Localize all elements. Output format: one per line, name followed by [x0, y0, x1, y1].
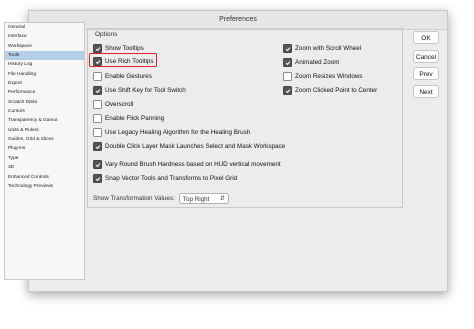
checkbox-box[interactable]: [283, 72, 292, 81]
vary-round-brush-checkbox[interactable]: Vary Round Brush Hardness based on HUD v…: [93, 160, 281, 169]
checkbox-box[interactable]: [93, 44, 102, 53]
sidebar-item-cursors[interactable]: Cursors: [5, 107, 84, 116]
legacy-healing-checkbox[interactable]: Use Legacy Healing Algorithm for the Hea…: [93, 128, 250, 137]
ok-button[interactable]: OK: [413, 31, 439, 44]
prev-button[interactable]: Prev: [413, 67, 439, 80]
checkbox-box[interactable]: [93, 174, 102, 183]
checkbox-box[interactable]: [93, 114, 102, 123]
checkbox-box[interactable]: [283, 86, 292, 95]
sidebar-item-guides-grid-slices[interactable]: Guides, Grid & Slices: [5, 135, 84, 144]
zoom-resizes-windows-checkbox[interactable]: Zoom Resizes Windows: [283, 72, 363, 81]
checkbox-box[interactable]: [93, 86, 102, 95]
transformation-values-row: Show Transformation Values: Top Right ⇵: [93, 193, 229, 204]
cancel-button[interactable]: Cancel: [413, 50, 439, 63]
checkmark-icon: [95, 162, 100, 167]
overscroll-checkbox[interactable]: Overscroll: [93, 100, 133, 109]
checkmark-icon: [95, 46, 100, 51]
sidebar-item-tools[interactable]: Tools: [5, 51, 84, 61]
sidebar-item-performance[interactable]: Performance: [5, 88, 84, 97]
sidebar-item-file-handling[interactable]: File Handling: [5, 70, 84, 79]
enable-gestures-checkbox[interactable]: Enable Gestures: [93, 72, 152, 81]
sidebar-item-enhanced-controls[interactable]: Enhanced Controls: [5, 173, 84, 182]
checkmark-icon: [285, 60, 290, 65]
sidebar: General Interface Workspace Tools Histor…: [4, 22, 85, 280]
zoom-scroll-wheel-checkbox[interactable]: Zoom with Scroll Wheel: [283, 44, 361, 53]
next-button[interactable]: Next: [413, 85, 439, 98]
checkmark-icon: [95, 176, 100, 181]
checkmark-icon: [95, 88, 100, 93]
sidebar-item-history-log[interactable]: History Log: [5, 60, 84, 69]
checkbox-box[interactable]: [93, 160, 102, 169]
show-tooltips-checkbox[interactable]: Show Tooltips: [93, 44, 144, 53]
sidebar-item-units-rulers[interactable]: Units & Rulers: [5, 126, 84, 135]
checkbox-box[interactable]: [93, 72, 102, 81]
checkbox-box[interactable]: [283, 44, 292, 53]
transformation-values-select[interactable]: Top Right ⇵: [178, 193, 229, 204]
options-legend: Options: [93, 31, 120, 38]
transformation-values-label: Show Transformation Values:: [93, 195, 175, 202]
double-click-layer-mask-checkbox[interactable]: Double Click Layer Mask Launches Select …: [93, 142, 285, 151]
checkbox-box[interactable]: [283, 58, 292, 67]
checkbox-box[interactable]: [93, 142, 102, 151]
sidebar-item-3d[interactable]: 3D: [5, 163, 84, 172]
sidebar-item-type[interactable]: Type: [5, 154, 84, 163]
checkmark-icon: [285, 88, 290, 93]
animated-zoom-checkbox[interactable]: Animated Zoom: [283, 58, 339, 67]
highlight-box: [89, 53, 157, 67]
chevron-updown-icon: ⇵: [219, 196, 225, 202]
shift-key-tool-switch-checkbox[interactable]: Use Shift Key for Tool Switch: [93, 86, 186, 95]
sidebar-item-export[interactable]: Export: [5, 79, 84, 88]
sidebar-item-interface[interactable]: Interface: [5, 32, 84, 41]
checkmark-icon: [285, 46, 290, 51]
sidebar-item-technology-previews[interactable]: Technology Previews: [5, 182, 84, 191]
sidebar-item-workspace[interactable]: Workspace: [5, 42, 84, 51]
sidebar-item-scratch-disks[interactable]: Scratch Disks: [5, 98, 84, 107]
sidebar-item-general[interactable]: General: [5, 23, 84, 32]
sidebar-item-plug-ins[interactable]: Plug-ins: [5, 144, 84, 153]
checkbox-box[interactable]: [93, 100, 102, 109]
checkbox-box[interactable]: [93, 128, 102, 137]
checkmark-icon: [95, 144, 100, 149]
snap-vector-tools-checkbox[interactable]: Snap Vector Tools and Transforms to Pixe…: [93, 174, 237, 183]
zoom-clicked-point-checkbox[interactable]: Zoom Clicked Point to Center: [283, 86, 377, 95]
flick-panning-checkbox[interactable]: Enable Flick Panning: [93, 114, 164, 123]
sidebar-item-transparency-gamut[interactable]: Transparency & Gamut: [5, 116, 84, 125]
